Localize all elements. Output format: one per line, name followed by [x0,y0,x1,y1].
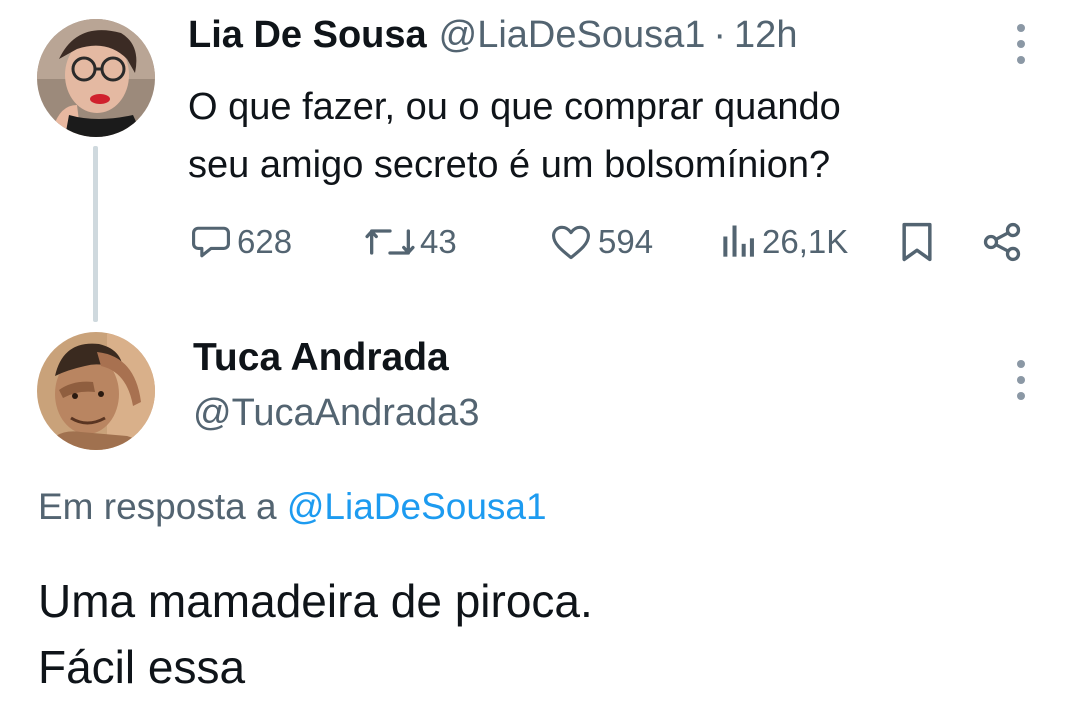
bookmark-icon [902,222,932,262]
separator-dot: · [713,14,727,56]
avatar-image [37,19,155,137]
author-name[interactable]: Lia De Sousa [188,14,427,57]
reply-tweet-text: Uma mamadeira de piroca. Fácil essa [38,575,593,693]
reply-button[interactable]: 628 [189,218,292,266]
views-button[interactable]: 26,1K [718,218,848,266]
thread-connector-line [93,146,98,322]
replying-to-label: Em resposta a [38,486,277,527]
speech-bubble-icon [192,226,230,258]
replying-to-line: Em resposta a @LiaDeSousa1 [38,486,547,528]
retweet-arrows-icon [365,229,415,255]
share-nodes-icon [983,222,1021,262]
author-handle[interactable]: @LiaDeSousa1 [439,14,706,57]
avatar-tuca-andrada[interactable] [37,332,155,450]
parent-tweet-header: Lia De Sousa @LiaDeSousa1 · 12h [188,14,797,66]
parent-tweet-text: O que fazer, ou o que comprar quando seu… [188,86,841,186]
reply-author-handle[interactable]: @TucaAndrada3 [193,392,479,435]
tweet-timestamp[interactable]: 12h [734,14,797,57]
more-options-icon[interactable] [1015,360,1027,400]
reply-author-name[interactable]: Tuca Andrada [193,336,449,380]
retweet-button[interactable]: 43 [364,218,457,266]
retweet-count: 43 [420,223,457,260]
reply-count: 628 [237,223,293,260]
avatar-lia-de-sousa[interactable] [37,19,155,137]
view-count: 26,1K [762,223,849,260]
share-button[interactable] [980,218,1024,266]
bar-chart-icon [723,225,754,257]
like-button[interactable]: 594 [548,218,653,266]
replying-to-handle-link[interactable]: @LiaDeSousa1 [287,486,547,527]
more-options-icon[interactable] [1015,24,1027,64]
bookmark-button[interactable] [897,218,937,266]
avatar-image [37,332,155,450]
like-count: 594 [598,223,654,260]
heart-icon [552,225,590,260]
